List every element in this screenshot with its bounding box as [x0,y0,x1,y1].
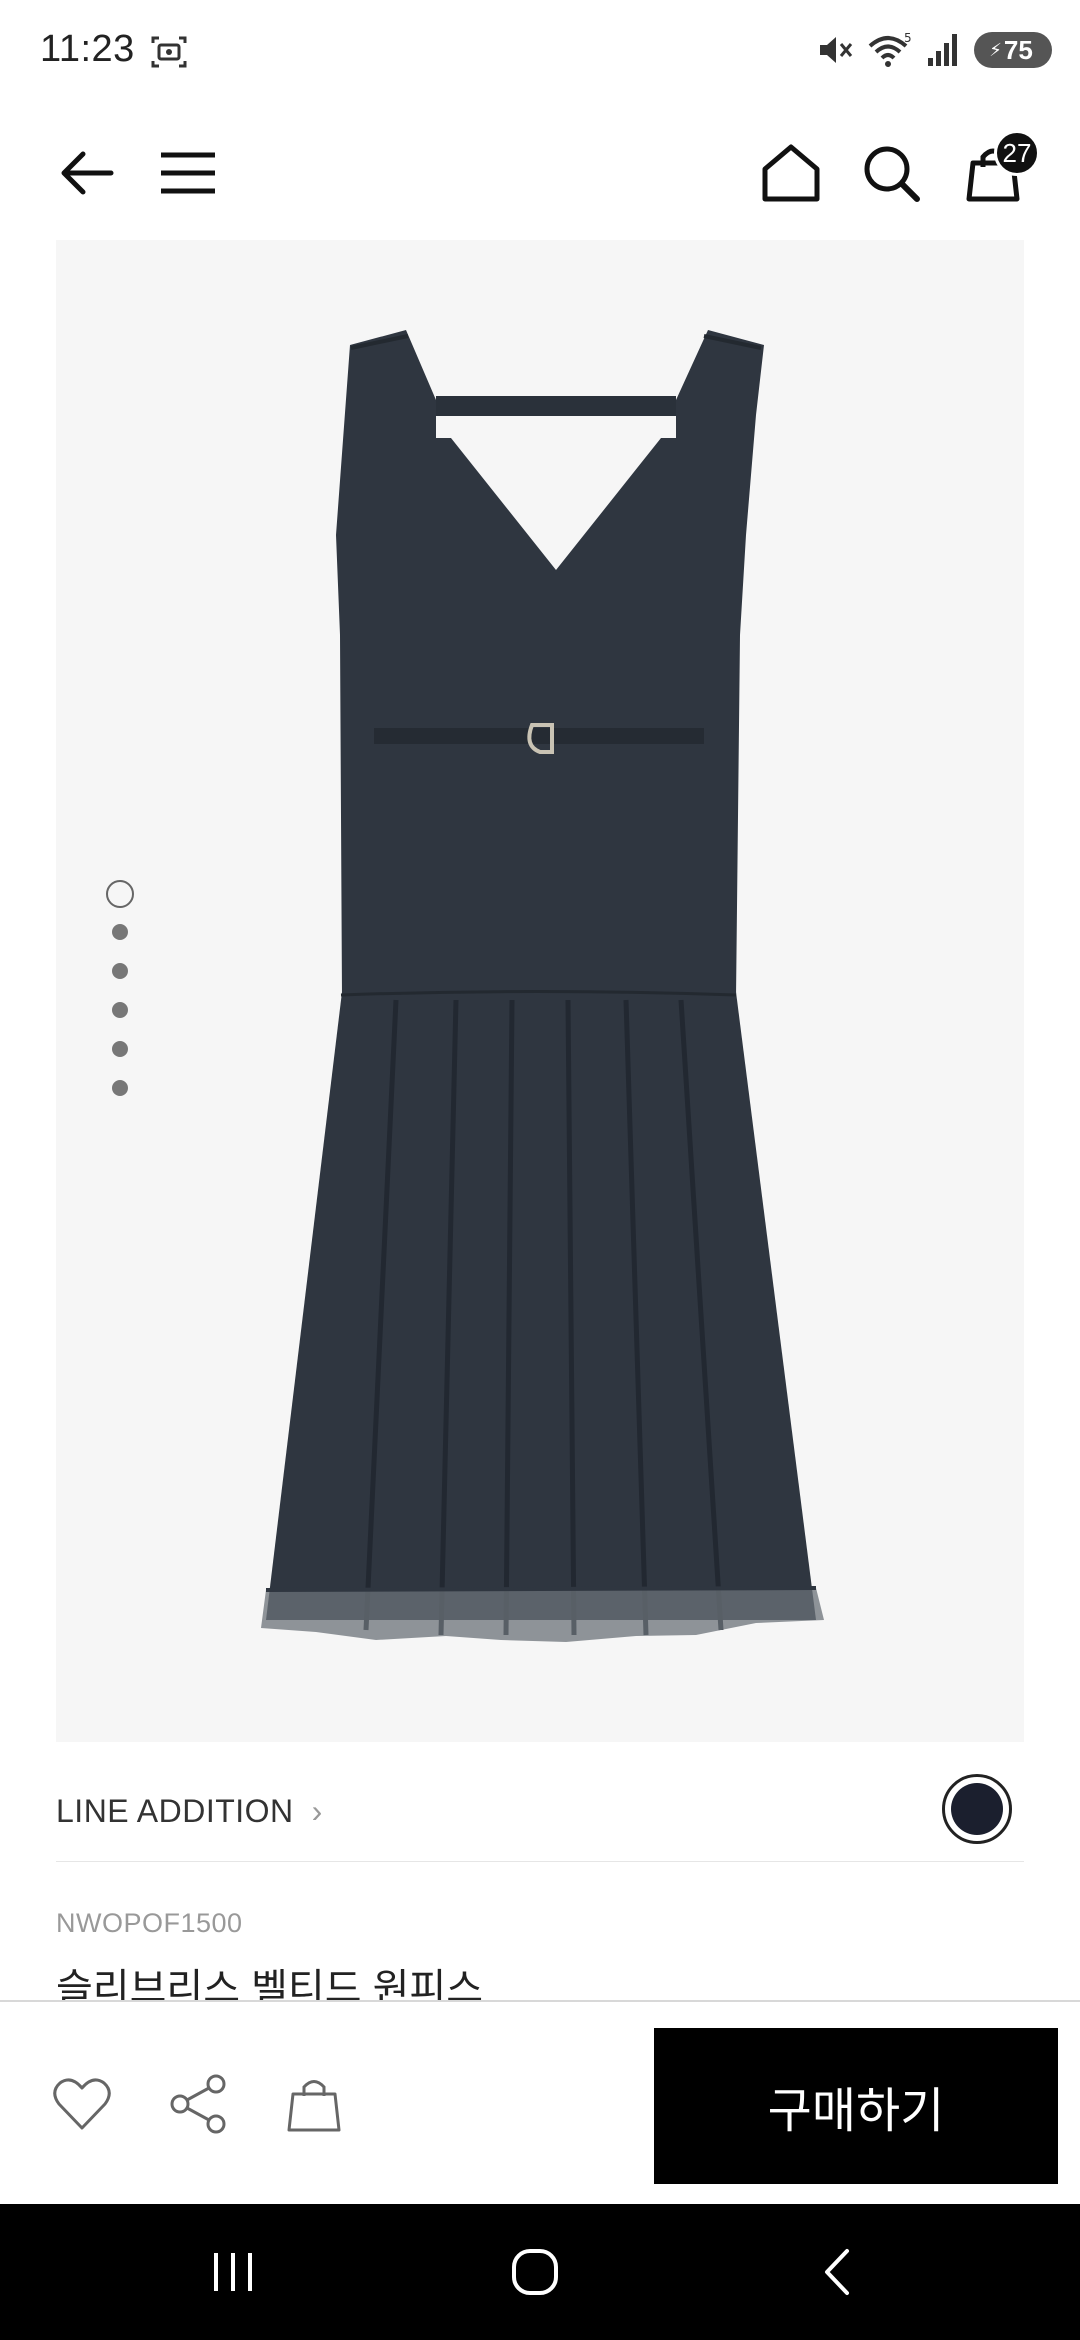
hamburger-menu-icon [161,152,215,194]
buy-button[interactable]: 구매하기 [654,2028,1058,2184]
charging-icon: ⚡ [989,39,1002,60]
back-button[interactable] [52,138,122,208]
system-home-button[interactable] [500,2244,570,2300]
gallery-pagination [100,880,140,1119]
product-image-gallery[interactable] [56,240,1024,1742]
share-button[interactable] [166,2072,230,2136]
home-icon [762,144,820,202]
wifi-band-label: 5 [904,31,912,45]
add-to-cart-button[interactable] [282,2072,346,2136]
mute-icon [820,37,853,63]
dress-bodice [336,330,764,998]
dress-hem [261,1588,824,1642]
brand-row: LINE ADDITION › [56,1762,1024,1862]
cart-count-badge: 27 [994,130,1040,176]
color-swatch-fill [951,1783,1003,1835]
chevron-left-icon [825,2249,849,2295]
home-button[interactable] [756,138,826,208]
system-back-button[interactable] [802,2244,872,2300]
shopping-bag-icon [287,2080,341,2132]
product-code: NWOPOF1500 [56,1908,243,1938]
heart-icon [53,2078,111,2130]
wishlist-button[interactable] [50,2072,114,2136]
search-icon [864,146,920,202]
cart-button[interactable]: 27 [958,130,1040,208]
gallery-dot[interactable] [106,880,134,908]
top-navigation: 27 [0,120,1080,220]
chevron-right-icon: › [311,1793,323,1829]
battery-indicator: ⚡ 75 [974,32,1052,68]
battery-level: 75 [1003,34,1033,65]
wifi-icon: 5 [868,31,912,67]
color-swatch[interactable] [942,1774,1012,1844]
recent-apps-icon [214,2253,252,2291]
gallery-dot[interactable] [112,1080,128,1096]
status-icons: 5 ⚡ 75 [814,28,1052,72]
bottom-action-bar: 구매하기 [0,2000,1080,2204]
search-button[interactable] [856,138,926,208]
system-navigation-bar [0,2204,1080,2340]
menu-button[interactable] [152,138,222,208]
product-name: 슬리브리스 벨티드 원피스 [56,1967,484,2004]
share-icon [170,2074,226,2134]
product-image [261,330,824,1642]
recents-button[interactable] [198,2244,268,2300]
signal-icon [928,34,957,66]
home-circle-icon [512,2249,558,2295]
brand-link[interactable]: LINE ADDITION › [56,1793,323,1830]
brand-name: LINE ADDITION [56,1793,294,1829]
gallery-dot[interactable] [112,924,128,940]
arrow-left-icon [61,151,114,195]
gallery-dot[interactable] [112,1041,128,1057]
status-bar: 11:23 5 ⚡ 75 [0,0,1080,100]
dress-belt [374,728,704,744]
gallery-dot[interactable] [112,963,128,979]
gallery-dot[interactable] [112,1002,128,1018]
screenshot-icon [151,36,187,68]
status-time: 11:23 [40,28,135,70]
dress-skirt [266,992,816,1620]
